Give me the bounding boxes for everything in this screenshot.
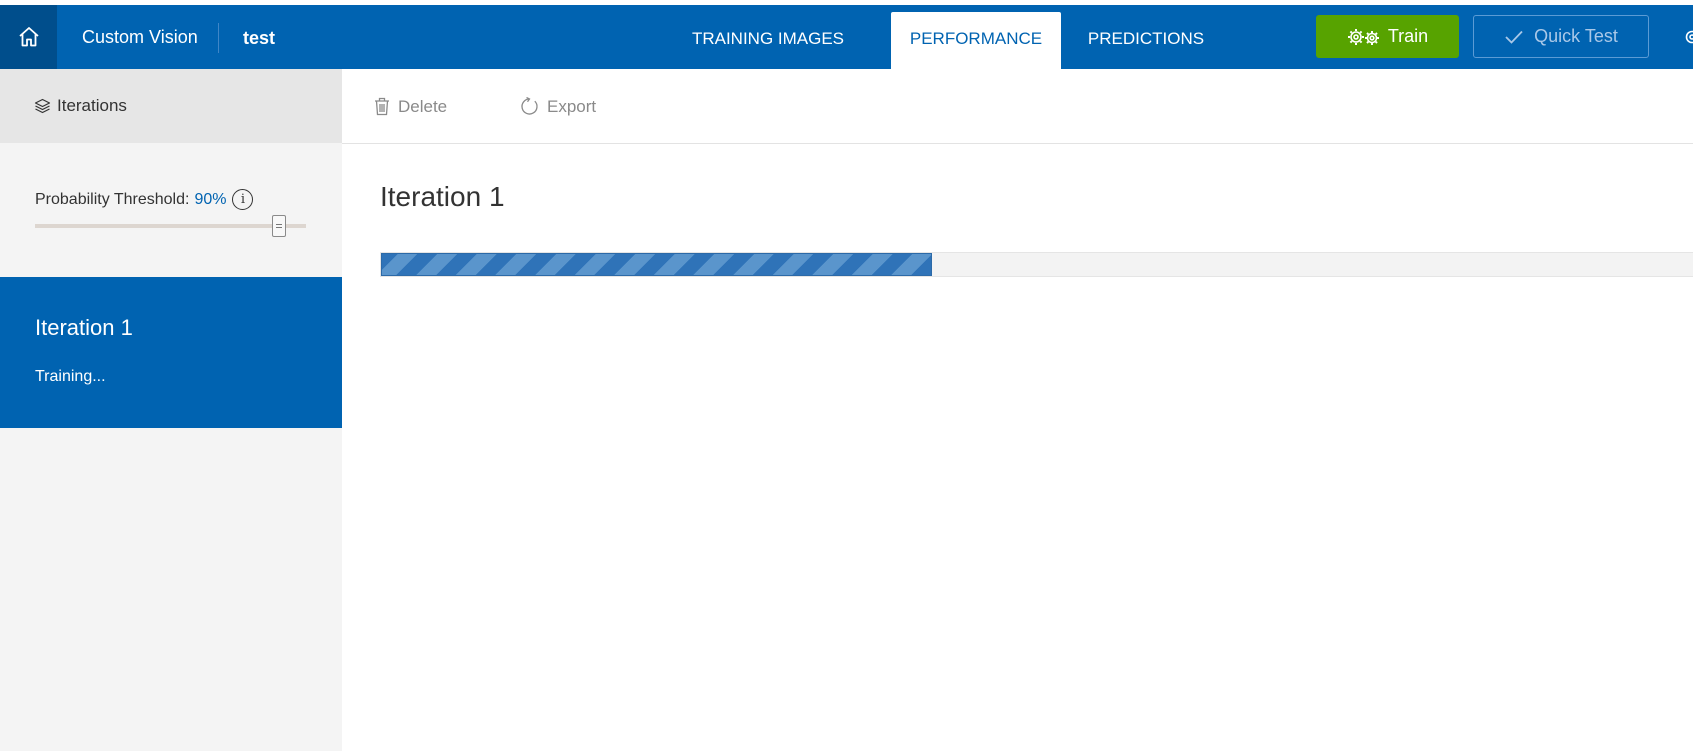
threshold-slider-track[interactable] <box>35 224 306 228</box>
gears-icon <box>1347 28 1379 45</box>
delete-label: Delete <box>398 96 448 116</box>
threshold-value: 90% <box>194 190 227 208</box>
iteration-list-item[interactable]: Iteration 1 Training... <box>0 277 342 428</box>
probability-threshold: Probability Threshold: 90% i <box>35 189 254 210</box>
delete-button[interactable]: Delete <box>374 69 447 144</box>
iterations-sidebar: Iterations Probability Threshold: 90% i … <box>0 69 342 751</box>
brand-title[interactable]: Custom Vision <box>82 5 198 69</box>
training-progress-fill <box>381 253 933 276</box>
tab-predictions[interactable]: PREDICTIONS <box>1082 5 1210 69</box>
iteration-toolbar: Delete Export <box>342 69 1693 144</box>
custom-vision-app: Custom Vision test TRAINING IMAGES PERFO… <box>0 0 1693 751</box>
layers-icon <box>34 98 51 113</box>
train-button-label: Train <box>1387 26 1429 46</box>
top-navigation-bar: Custom Vision test TRAINING IMAGES PERFO… <box>0 5 1693 69</box>
quick-test-button[interactable]: Quick Test <box>1473 15 1649 58</box>
settings-gear-icon[interactable] <box>1682 27 1693 47</box>
export-label: Export <box>547 96 597 116</box>
tab-performance[interactable]: PERFORMANCE <box>891 12 1061 69</box>
performance-panel: Delete Export Iteration 1 <box>342 69 1693 751</box>
threshold-slider-thumb[interactable] <box>271 215 286 237</box>
train-button[interactable]: Train <box>1316 15 1459 58</box>
tab-training-images[interactable]: TRAINING IMAGES <box>684 5 852 69</box>
project-name[interactable]: test <box>243 5 275 69</box>
iteration-status: Training... <box>35 368 106 385</box>
header-divider <box>218 23 219 53</box>
iteration-name: Iteration 1 <box>35 315 133 340</box>
export-button[interactable]: Export <box>520 69 596 144</box>
quick-test-label: Quick Test <box>1534 26 1618 46</box>
refresh-icon <box>521 97 538 115</box>
home-button[interactable] <box>0 5 57 69</box>
trash-icon <box>375 97 389 116</box>
iterations-title: Iterations <box>57 96 127 115</box>
info-icon[interactable]: i <box>232 189 254 210</box>
iterations-header[interactable]: Iterations <box>0 69 342 143</box>
home-icon <box>18 27 39 47</box>
page-title: Iteration 1 <box>380 181 505 212</box>
checkmark-icon <box>1505 30 1523 44</box>
threshold-label: Probability Threshold: <box>35 190 190 208</box>
training-progress-bar <box>380 252 1693 277</box>
